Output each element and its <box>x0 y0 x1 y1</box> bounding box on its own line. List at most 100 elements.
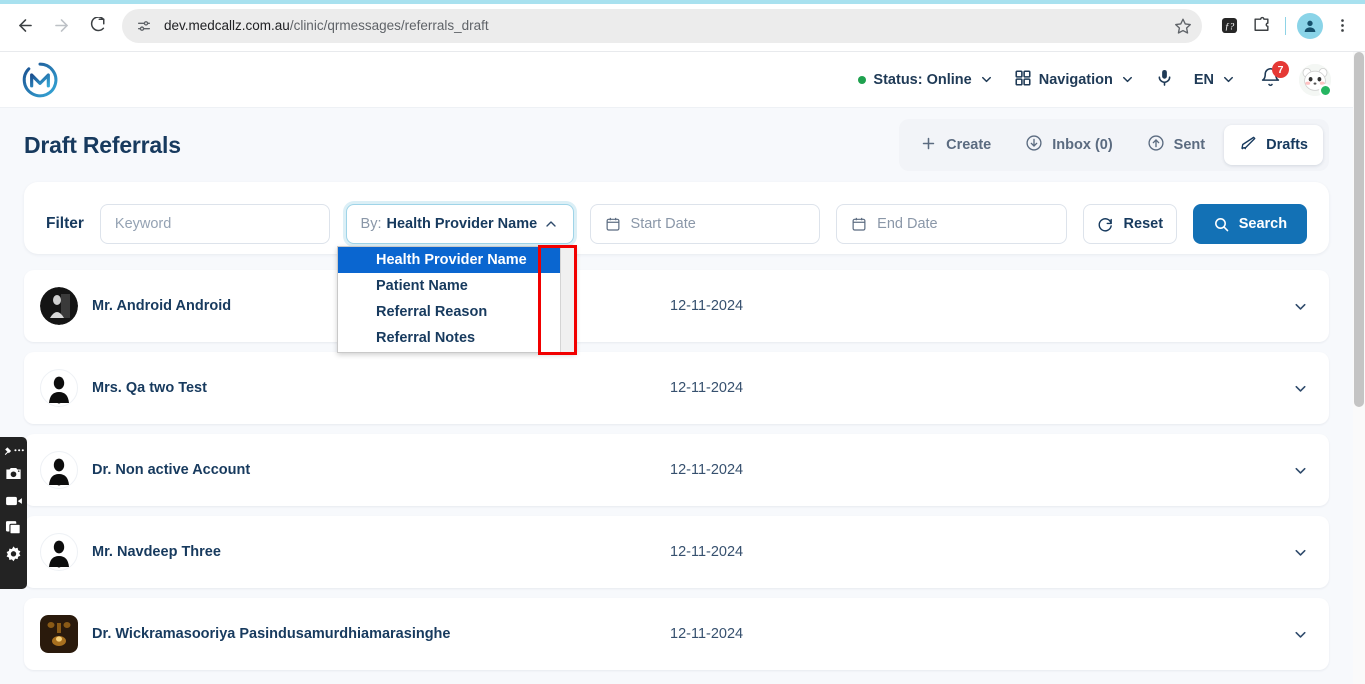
end-date-input[interactable]: End Date <box>836 204 1067 244</box>
chevron-down-icon[interactable] <box>1292 626 1309 643</box>
start-date-input[interactable]: Start Date <box>589 204 821 244</box>
refresh-icon <box>1097 216 1114 233</box>
profile-avatar-icon <box>1297 12 1323 39</box>
tab-inbox[interactable]: Inbox (0) <box>1010 125 1127 165</box>
reset-label: Reset <box>1123 216 1164 232</box>
forward-button[interactable] <box>44 9 78 43</box>
medcallz-logo[interactable] <box>20 60 60 100</box>
navigation-label: Navigation <box>1038 71 1113 88</box>
search-input[interactable] <box>99 204 330 244</box>
site-settings-icon[interactable] <box>132 14 156 38</box>
notification-badge: 7 <box>1272 61 1289 78</box>
extensions-button[interactable] <box>1246 11 1276 41</box>
header-actions: Status: Online Navigation EN 7 <box>848 61 1332 98</box>
chevron-down-icon[interactable] <box>1292 380 1309 397</box>
grid-apps-icon <box>1014 69 1032 91</box>
screenshot-camera-icon <box>6 467 21 480</box>
recorder-settings-button[interactable] <box>0 541 27 568</box>
extensions-puzzle-icon <box>1253 16 1269 31</box>
tab-sent[interactable]: Sent <box>1132 125 1220 165</box>
tab-drafts[interactable]: Drafts <box>1224 125 1323 165</box>
url-text: dev.medcallz.com.au/clinic/qrmessages/re… <box>164 18 489 33</box>
screen-recorder-toolbar <box>0 437 27 589</box>
plus-icon <box>920 135 937 156</box>
start-date-placeholder: Start Date <box>630 216 696 232</box>
chevron-up-icon <box>543 216 559 232</box>
notifications-button[interactable]: 7 <box>1246 61 1293 98</box>
settings-gear-icon <box>6 546 21 562</box>
table-row[interactable]: Dr. Wickramasooriya Pasindusamurdhiamara… <box>24 598 1329 670</box>
filter-by-prefix: By: <box>360 216 382 232</box>
referral-name: Dr. Non active Account <box>92 462 251 478</box>
profile-button[interactable] <box>1295 11 1325 41</box>
tab-create-label: Create <box>946 137 992 153</box>
reset-button[interactable]: Reset <box>1082 204 1177 244</box>
status-label: Status: Online <box>873 71 972 88</box>
address-bar[interactable]: dev.medcallz.com.au/clinic/qrmessages/re… <box>122 8 1202 43</box>
referral-date: 12-11-2024 <box>670 544 744 560</box>
bookmark-star-icon <box>1175 18 1191 34</box>
dropdown-option-referral-reason[interactable]: Referral Reason <box>338 299 575 325</box>
screenshot-button[interactable] <box>0 460 27 487</box>
doctor-icon <box>49 540 69 568</box>
table-row[interactable]: Mr. Navdeep Three 12-11-2024 <box>24 516 1329 588</box>
search-button[interactable]: Search <box>1192 204 1308 244</box>
dropdown-option-patient-name[interactable]: Patient Name <box>338 273 575 299</box>
referral-date: 12-11-2024 <box>670 626 744 642</box>
language-label: EN <box>1193 71 1214 88</box>
svg-text:ƒ?: ƒ? <box>1224 22 1234 32</box>
chevron-down-icon <box>1120 72 1135 87</box>
photo-avatar <box>40 287 78 325</box>
chevron-down-icon <box>1221 72 1236 87</box>
drag-handle[interactable] <box>0 441 27 460</box>
status-online-dot <box>858 75 867 84</box>
end-date-placeholder: End Date <box>877 216 938 232</box>
page-title: Draft Referrals <box>24 131 181 158</box>
online-status-dot <box>1319 83 1332 97</box>
function-extension-icon: ƒ? <box>1221 17 1237 34</box>
back-button[interactable] <box>8 9 42 43</box>
arrow-up-circle-icon <box>1147 134 1165 156</box>
video-camera-icon <box>5 496 22 505</box>
toolbar-divider <box>1285 16 1286 35</box>
tab-inbox-label: Inbox (0) <box>1052 137 1113 153</box>
chevron-down-icon[interactable] <box>1292 298 1309 315</box>
page-scrollbar-thumb[interactable] <box>1354 52 1364 407</box>
bookmark-button[interactable] <box>1168 11 1198 41</box>
tab-create[interactable]: Create <box>905 126 1006 165</box>
referral-name: Dr. Wickramasooriya Pasindusamurdhiamara… <box>92 626 451 642</box>
pencil-icon <box>1239 134 1257 156</box>
filter-by-select[interactable]: By: Health Provider Name <box>345 204 574 244</box>
dropdown-option-referral-notes[interactable]: Referral Notes <box>338 325 575 351</box>
reload-icon <box>90 16 105 31</box>
function-extension-button[interactable]: ƒ? <box>1214 11 1244 41</box>
chevron-down-icon[interactable] <box>1292 544 1309 561</box>
microphone-button[interactable] <box>1145 62 1184 97</box>
dropdown-option-health-provider-name[interactable]: Health Provider Name <box>338 247 575 273</box>
table-row[interactable]: Mr. Android Android 12-11-2024 <box>24 270 1329 342</box>
arrow-down-circle-icon <box>1025 134 1043 156</box>
filter-by-dropdown[interactable]: Health Provider Name Patient Name Referr… <box>337 245 577 355</box>
kebab-menu-icon <box>1340 19 1344 32</box>
dropdown-scrollbar[interactable] <box>560 247 575 352</box>
table-row[interactable]: Mrs. Qa two Test 12-11-2024 <box>24 352 1329 424</box>
avatar[interactable] <box>1299 63 1332 97</box>
navigation-menu[interactable]: Navigation <box>1004 63 1145 97</box>
referral-date: 12-11-2024 <box>670 462 744 478</box>
app-header: Status: Online Navigation EN 7 <box>0 52 1353 108</box>
keyword-field[interactable] <box>114 216 315 232</box>
window-capture-button[interactable] <box>0 514 27 541</box>
doctor-icon <box>49 376 69 404</box>
lamp-photo-icon <box>40 615 78 653</box>
browser-menu-button[interactable] <box>1327 11 1357 41</box>
status-menu[interactable]: Status: Online <box>848 66 1003 94</box>
browser-toolbar: dev.medcallz.com.au/clinic/qrmessages/re… <box>0 0 1365 52</box>
page-scrollbar[interactable] <box>1353 52 1365 684</box>
forward-arrow-icon <box>54 19 68 32</box>
chevron-down-icon[interactable] <box>1292 462 1309 479</box>
table-row[interactable]: Dr. Non active Account 12-11-2024 <box>24 434 1329 506</box>
reload-button[interactable] <box>80 9 114 43</box>
record-video-button[interactable] <box>0 487 27 514</box>
language-menu[interactable]: EN <box>1184 66 1246 94</box>
page-content: Draft Referrals Create Inbox (0) Sent Dr… <box>0 108 1353 684</box>
